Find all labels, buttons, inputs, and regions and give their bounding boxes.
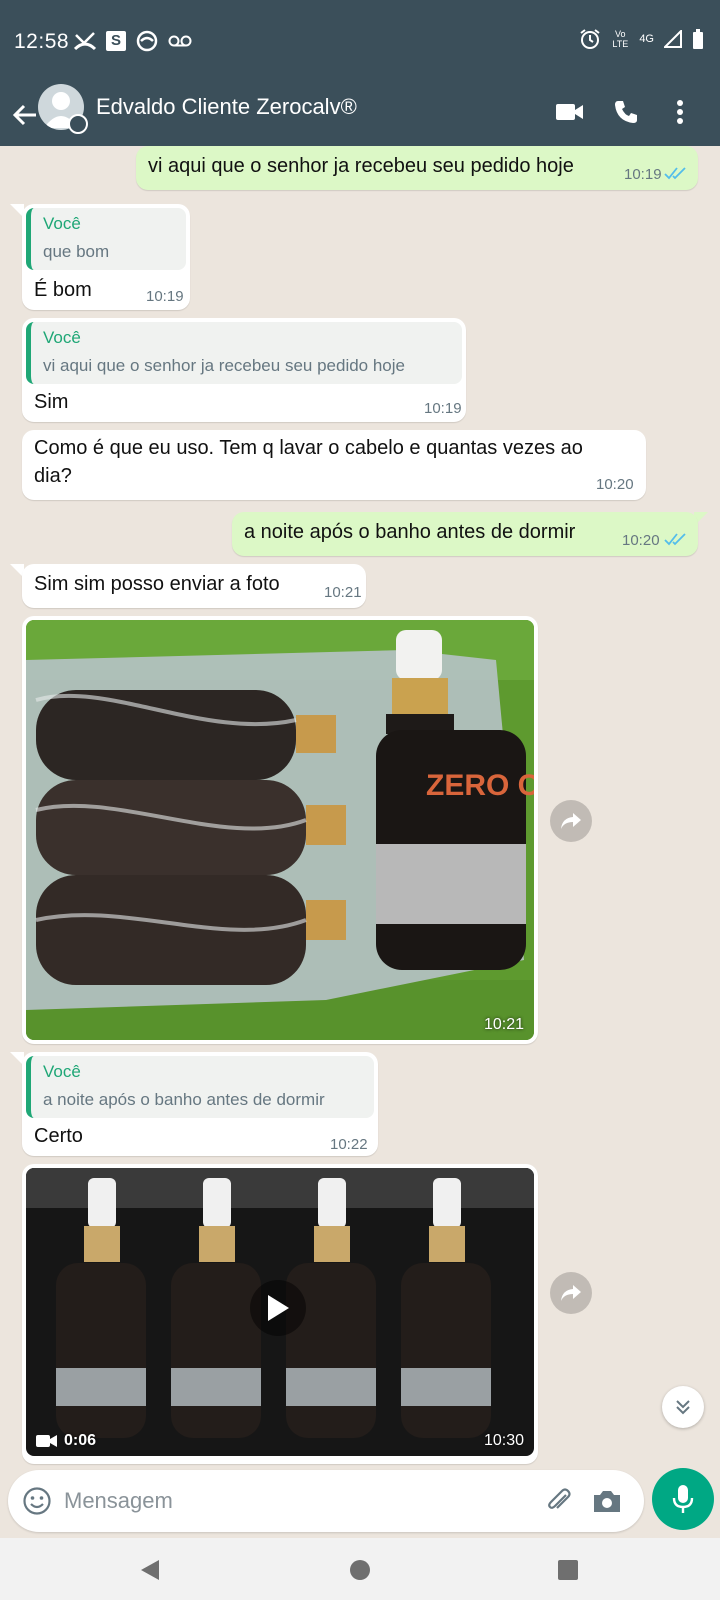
more-icon	[677, 100, 683, 124]
scroll-down-icon	[676, 1400, 690, 1415]
message-time: 10:21	[324, 584, 362, 601]
incoming-message[interactable]: Você que bom É bom 10:19	[22, 204, 190, 310]
incoming-message[interactable]: Sim sim posso enviar a foto 10:21	[22, 564, 366, 608]
message-composer	[8, 1470, 644, 1532]
photo-label-text: ZERO CALV	[426, 769, 534, 802]
camera-icon	[594, 1491, 620, 1512]
read-ticks-icon	[664, 167, 686, 180]
avatar-status-icon	[68, 114, 88, 134]
quote-text: vi aqui que o senhor ja recebeu seu pedi…	[43, 356, 405, 375]
emoji-button[interactable]	[20, 1484, 54, 1518]
shared-video[interactable]: 0:06 10:30	[26, 1168, 534, 1456]
notification-icons: S	[74, 30, 192, 52]
alarm-icon	[580, 29, 600, 49]
nav-home-icon	[350, 1560, 370, 1580]
incoming-image-message[interactable]: ZERO CALV 10:21	[22, 616, 538, 1044]
video-duration-text: 0:06	[64, 1432, 97, 1449]
product-photo-image: ZERO CALV	[26, 620, 534, 1040]
play-button[interactable]	[250, 1280, 306, 1336]
message-text: Sim sim posso enviar a foto	[34, 573, 280, 595]
app-s-icon: S	[106, 31, 126, 51]
play-icon	[268, 1295, 289, 1321]
message-text: Certo	[34, 1125, 83, 1147]
battery-icon	[693, 29, 703, 49]
message-time: 10:19	[146, 288, 184, 305]
voice-call-button[interactable]	[606, 92, 646, 132]
mic-icon	[672, 1485, 694, 1513]
voicemail-icon	[168, 35, 192, 47]
read-ticks-icon	[664, 533, 686, 546]
forward-icon	[561, 813, 581, 829]
message-time: 10:20	[622, 532, 660, 549]
incoming-message[interactable]: Como é que eu uso. Tem q lavar o cabelo …	[22, 430, 646, 500]
app-round-icon	[136, 30, 158, 52]
message-text-line-1: Como é que eu uso. Tem q lavar o cabelo …	[34, 437, 583, 459]
video-call-icon	[556, 104, 583, 120]
outgoing-message[interactable]: a noite após o banho antes de dormir 10:…	[232, 512, 698, 556]
quote-author: Você	[43, 328, 81, 347]
quoted-message[interactable]: Você vi aqui que o senhor ja recebeu seu…	[26, 322, 462, 384]
signal-icon	[664, 30, 682, 48]
nav-recents-button[interactable]	[548, 1550, 588, 1590]
message-time: 10:22	[330, 1136, 368, 1153]
network-label: 4G	[639, 33, 654, 45]
incoming-message[interactable]: Você vi aqui que o senhor ja recebeu seu…	[22, 318, 466, 422]
voice-message-button[interactable]	[652, 1468, 714, 1530]
forward-button[interactable]	[550, 800, 592, 842]
message-time: 10:19	[424, 400, 462, 417]
nav-back-button[interactable]	[130, 1550, 170, 1590]
nav-back-icon	[141, 1560, 159, 1580]
message-text: a noite após o banho antes de dormir	[244, 521, 576, 543]
more-options-button[interactable]	[660, 92, 700, 132]
missed-call-icon	[74, 32, 96, 51]
outgoing-message[interactable]: vi aqui que o senhor ja recebeu seu pedi…	[136, 146, 698, 190]
phone-icon	[615, 101, 637, 123]
contact-name[interactable]: Edvaldo Cliente Zerocalv®	[96, 94, 357, 120]
quote-author: Você	[43, 1062, 81, 1081]
video-call-button[interactable]	[550, 92, 590, 132]
quoted-message[interactable]: Você a noite após o banho antes de dormi…	[26, 1056, 374, 1118]
quote-text: a noite após o banho antes de dormir	[43, 1090, 325, 1109]
incoming-message[interactable]: Você a noite após o banho antes de dormi…	[22, 1052, 378, 1156]
forward-button[interactable]	[550, 1272, 592, 1314]
chat-area[interactable]: vi aqui que o senhor ja recebeu seu pedi…	[0, 146, 720, 1468]
scroll-to-bottom-button[interactable]	[662, 1386, 704, 1428]
message-time: 10:19	[624, 166, 662, 183]
nav-recents-icon	[558, 1560, 578, 1580]
back-arrow-icon	[12, 104, 36, 126]
system-icons: Vo LTE 4G	[579, 28, 704, 50]
attach-button[interactable]	[542, 1484, 576, 1518]
chat-header: Edvaldo Cliente Zerocalv®	[0, 84, 720, 146]
message-text-line-2: dia?	[34, 465, 72, 487]
emoji-icon	[23, 1487, 51, 1515]
message-text: É bom	[34, 279, 92, 301]
status-time: 12:58	[14, 30, 70, 53]
quoted-message[interactable]: Você que bom	[26, 208, 186, 270]
system-navigation-bar	[0, 1538, 720, 1600]
video-duration: 0:06	[36, 1432, 96, 1450]
shared-photo[interactable]: ZERO CALV 10:21	[26, 620, 534, 1040]
message-text: Sim	[34, 391, 69, 413]
attach-icon	[548, 1488, 571, 1509]
message-time: 10:20	[596, 476, 634, 493]
back-button[interactable]	[8, 96, 42, 134]
quote-text: que bom	[43, 242, 110, 261]
message-time: 10:30	[483, 1432, 524, 1449]
message-input[interactable]	[64, 1482, 464, 1520]
video-camera-icon	[36, 1435, 57, 1447]
volte-label: Vo LTE	[612, 29, 629, 49]
message-text: vi aqui que o senhor ja recebeu seu pedi…	[148, 155, 574, 177]
status-bar: 12:58 S Vo LTE 4G	[0, 0, 720, 84]
incoming-video-message[interactable]: 0:06 10:30	[22, 1164, 538, 1464]
quote-author: Você	[43, 214, 81, 233]
message-time: 10:21	[483, 1016, 524, 1033]
forward-icon	[561, 1285, 581, 1301]
nav-home-button[interactable]	[340, 1550, 380, 1590]
camera-button[interactable]	[590, 1484, 624, 1518]
